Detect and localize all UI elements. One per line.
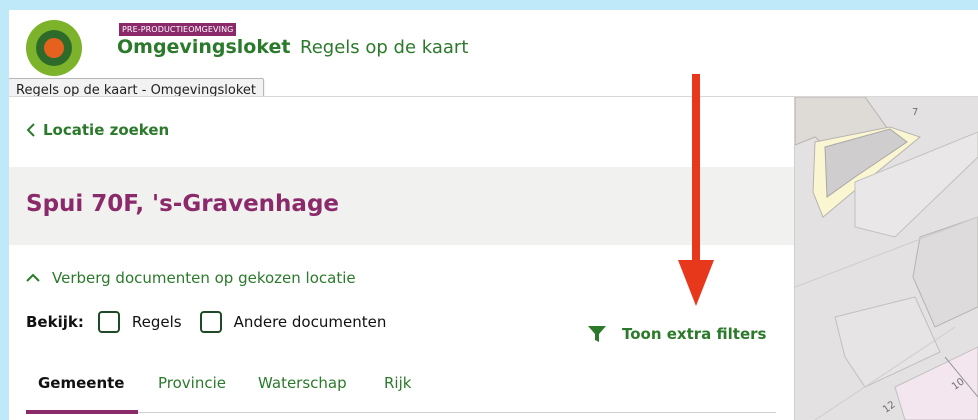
view-filter-row: Bekijk: Regels Andere documenten	[26, 309, 404, 335]
chevron-up-icon	[26, 273, 40, 282]
red-annotation-arrow	[678, 74, 714, 306]
view-label: Bekijk:	[26, 313, 84, 331]
tabs-divider	[26, 412, 776, 413]
government-level-tabs: Gemeente Provincie Waterschap Rijk	[26, 374, 776, 414]
checkbox-regels[interactable]: Regels	[97, 311, 182, 333]
active-tab-indicator	[26, 410, 138, 414]
tab-rijk[interactable]: Rijk	[384, 374, 411, 392]
map-house-number: 7	[912, 107, 919, 118]
checkbox-box[interactable]	[97, 311, 120, 333]
app-header: PRE-PRODUCTIEOMGEVING Omgevingsloket Reg…	[9, 10, 978, 104]
back-link-label: Locatie zoeken	[43, 121, 170, 139]
show-extra-filters-button[interactable]: Toon extra filters	[587, 325, 766, 343]
brand-name[interactable]: Omgevingsloket	[117, 36, 290, 58]
environment-badge: PRE-PRODUCTIEOMGEVING	[119, 23, 237, 36]
show-extra-filters-label: Toon extra filters	[622, 325, 767, 343]
hide-documents-toggle[interactable]: Verberg documenten op gekozen locatie	[26, 269, 356, 287]
tab-waterschap[interactable]: Waterschap	[258, 374, 347, 392]
back-to-location-search-link[interactable]: Locatie zoeken	[26, 121, 169, 139]
omgevingsloket-logo[interactable]	[26, 20, 82, 76]
checkbox-label: Regels	[131, 313, 182, 331]
map-view[interactable]: 7 10 12	[795, 97, 978, 420]
filter-funnel-icon	[588, 326, 606, 342]
browser-viewport: PRE-PRODUCTIEOMGEVING Omgevingsloket Reg…	[9, 10, 978, 420]
checkbox-box[interactable]	[199, 311, 222, 333]
map-canvas[interactable]	[795, 97, 978, 420]
tab-provincie[interactable]: Provincie	[158, 374, 226, 392]
location-title: Spui 70F, 's-Gravenhage	[26, 191, 340, 217]
tab-gemeente[interactable]: Gemeente	[38, 374, 124, 392]
checkbox-label: Andere documenten	[233, 313, 387, 331]
app-title[interactable]: Regels op de kaart	[300, 37, 468, 58]
checkbox-andere-documenten[interactable]: Andere documenten	[199, 311, 387, 333]
chevron-left-icon	[26, 123, 35, 137]
hide-documents-label: Verberg documenten op gekozen locatie	[52, 269, 356, 287]
